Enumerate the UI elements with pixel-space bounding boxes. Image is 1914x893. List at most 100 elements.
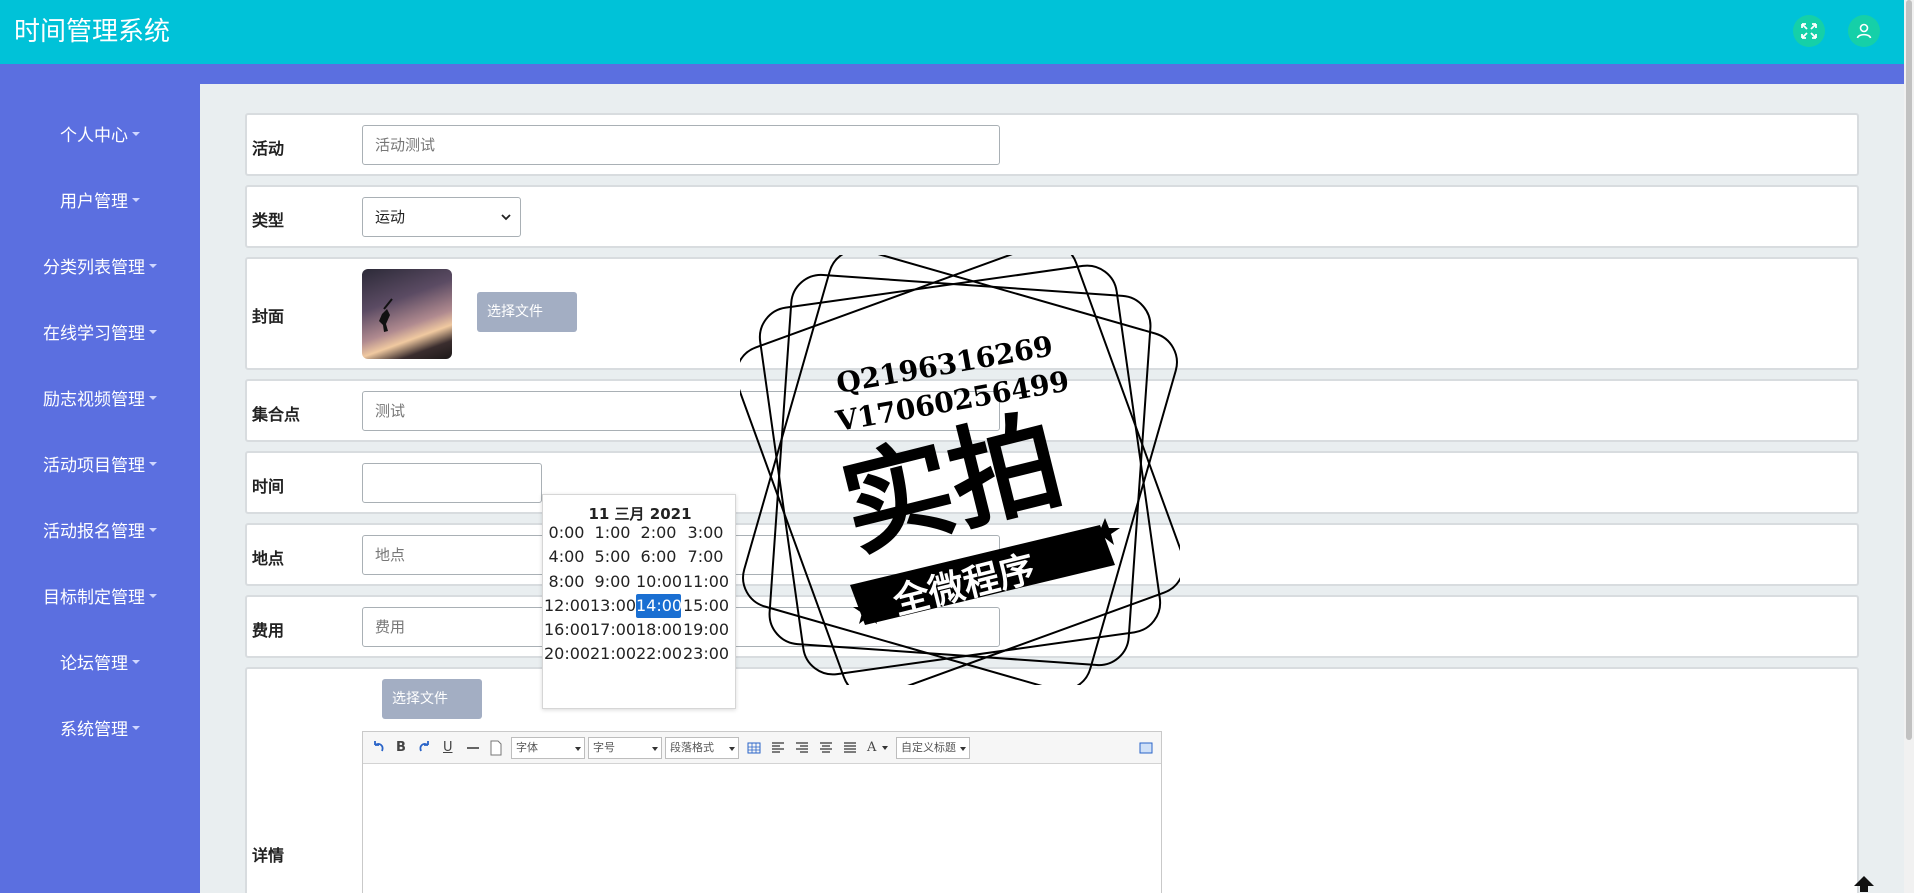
document-icon[interactable] bbox=[490, 739, 502, 757]
time-slot[interactable]: 21:00 bbox=[590, 642, 636, 666]
horizontal-rule-icon[interactable] bbox=[466, 739, 480, 757]
field-label: 时间 bbox=[252, 477, 285, 496]
redo-icon[interactable] bbox=[418, 739, 432, 757]
time-slot[interactable]: 6:00 bbox=[636, 545, 681, 569]
caret-down-icon bbox=[149, 528, 157, 532]
caret-down-icon bbox=[149, 264, 157, 268]
editor-toolbar: B U 字体 字号 段落格式 A 自定义标题 bbox=[363, 732, 1161, 764]
sidebar-item-activity-signup[interactable]: 活动报名管理 bbox=[0, 509, 200, 549]
form-row-fee: 费用 费用 bbox=[245, 595, 1859, 658]
time-slot[interactable]: 23:00 bbox=[683, 642, 729, 666]
align-right-icon[interactable] bbox=[795, 739, 809, 757]
time-slot[interactable]: 15:00 bbox=[683, 594, 729, 618]
form-row-time: 时间 bbox=[245, 451, 1859, 514]
time-slot[interactable]: 0:00 bbox=[544, 521, 589, 545]
caret-down-icon bbox=[132, 660, 140, 664]
time-slot[interactable]: 17:00 bbox=[590, 618, 636, 642]
time-slot[interactable]: 13:00 bbox=[590, 594, 636, 618]
user-icon[interactable] bbox=[1848, 15, 1880, 47]
caret-down-icon bbox=[132, 198, 140, 202]
scrollbar-thumb[interactable] bbox=[1906, 0, 1912, 740]
time-slot[interactable]: 12:00 bbox=[544, 594, 590, 618]
sidebar-item-category-list[interactable]: 分类列表管理 bbox=[0, 245, 200, 285]
caret-down-icon bbox=[132, 132, 140, 136]
form-row-location: 地点 地点 bbox=[245, 523, 1859, 586]
time-slot[interactable]: 16:00 bbox=[544, 618, 590, 642]
fullscreen-icon[interactable] bbox=[1793, 15, 1825, 47]
field-label: 类型 bbox=[252, 211, 285, 230]
font-size-select[interactable]: 字号 bbox=[588, 737, 662, 759]
field-label: 详情 bbox=[252, 846, 285, 865]
time-slot[interactable]: 7:00 bbox=[683, 545, 728, 569]
back-to-top-icon[interactable] bbox=[1852, 874, 1876, 893]
field-label: 集合点 bbox=[252, 405, 301, 424]
sidebar-item-online-learning[interactable]: 在线学习管理 bbox=[0, 311, 200, 351]
sidebar-item-forum[interactable]: 论坛管理 bbox=[0, 641, 200, 681]
form-row-activity: 活动 活动测试 bbox=[245, 113, 1859, 176]
details-choose-file-button[interactable]: 选择文件 bbox=[382, 679, 482, 719]
fullscreen-editor-icon[interactable] bbox=[1139, 739, 1153, 757]
time-slot[interactable]: 9:00 bbox=[590, 570, 635, 594]
time-slot[interactable]: 4:00 bbox=[544, 545, 589, 569]
time-slot[interactable]: 14:00 bbox=[636, 594, 682, 618]
header-accent-strip bbox=[0, 64, 1904, 84]
time-slot[interactable]: 5:00 bbox=[590, 545, 635, 569]
custom-title-select[interactable]: 自定义标题 bbox=[896, 737, 970, 759]
dropdown-arrow-icon bbox=[960, 747, 966, 751]
cover-image bbox=[362, 269, 452, 359]
font-color-button[interactable]: A bbox=[867, 739, 876, 757]
time-picker-popup: 11 三月 2021 0:00 1:00 2:00 3:00 4:00 5:00 6:00 7… bbox=[542, 494, 736, 709]
bold-button[interactable]: B bbox=[396, 739, 406, 757]
font-color-dropdown[interactable] bbox=[881, 737, 891, 759]
type-select[interactable]: 运动 bbox=[362, 197, 521, 237]
sidebar-item-user-management[interactable]: 用户管理 bbox=[0, 179, 200, 219]
sidebar: 个人中心 用户管理 分类列表管理 在线学习管理 励志视频管理 活动项目管理 活动… bbox=[0, 64, 200, 893]
time-slot[interactable]: 2:00 bbox=[636, 521, 681, 545]
caret-down-icon bbox=[132, 726, 140, 730]
caret-down-icon bbox=[149, 330, 157, 334]
sidebar-item-personal-center[interactable]: 个人中心 bbox=[0, 113, 200, 153]
time-slot[interactable]: 19:00 bbox=[683, 618, 729, 642]
time-slot[interactable]: 20:00 bbox=[544, 642, 590, 666]
caret-down-icon bbox=[149, 462, 157, 466]
caret-down-icon bbox=[149, 594, 157, 598]
form-row-details: 详情 选择文件 B U 字体 字号 段落格式 A 自定义标题 bbox=[245, 667, 1859, 893]
form-row-type: 类型 运动 bbox=[245, 185, 1859, 248]
time-slot[interactable]: 18:00 bbox=[636, 618, 682, 642]
underline-button[interactable]: U bbox=[443, 739, 453, 757]
align-center-icon[interactable] bbox=[819, 739, 833, 757]
align-justify-icon[interactable] bbox=[843, 739, 857, 757]
cover-choose-file-button[interactable]: 选择文件 bbox=[477, 292, 577, 332]
time-slot[interactable]: 22:00 bbox=[636, 642, 682, 666]
activity-input[interactable]: 活动测试 bbox=[362, 125, 1000, 165]
time-slot[interactable]: 8:00 bbox=[544, 570, 589, 594]
chevron-down-icon bbox=[501, 214, 511, 221]
dropdown-arrow-icon bbox=[652, 747, 658, 751]
meeting-point-input[interactable]: 测试 bbox=[362, 391, 1000, 431]
time-slot[interactable]: 10:00 bbox=[636, 570, 682, 594]
time-slot[interactable]: 1:00 bbox=[590, 521, 635, 545]
time-input[interactable] bbox=[362, 463, 542, 503]
rich-text-editor: B U 字体 字号 段落格式 A 自定义标题 bbox=[362, 731, 1162, 893]
field-label: 地点 bbox=[252, 549, 285, 568]
sidebar-item-motivation-video[interactable]: 励志视频管理 bbox=[0, 377, 200, 417]
app-title: 时间管理系统 bbox=[14, 17, 171, 47]
undo-icon[interactable] bbox=[371, 739, 385, 757]
field-label: 活动 bbox=[252, 139, 285, 158]
form-row-cover: 封面 选择文件 bbox=[245, 257, 1859, 370]
dropdown-arrow-icon bbox=[575, 747, 581, 751]
table-icon[interactable] bbox=[747, 739, 761, 757]
field-label: 费用 bbox=[252, 621, 285, 640]
align-left-icon[interactable] bbox=[771, 739, 785, 757]
paragraph-format-select[interactable]: 段落格式 bbox=[665, 737, 739, 759]
field-label: 封面 bbox=[252, 307, 285, 326]
dropdown-arrow-icon bbox=[729, 747, 735, 751]
sidebar-item-system[interactable]: 系统管理 bbox=[0, 707, 200, 747]
font-family-select[interactable]: 字体 bbox=[511, 737, 585, 759]
time-slot[interactable]: 3:00 bbox=[683, 521, 728, 545]
sidebar-item-goal-setting[interactable]: 目标制定管理 bbox=[0, 575, 200, 615]
time-slot[interactable]: 11:00 bbox=[683, 570, 729, 594]
caret-down-icon bbox=[149, 396, 157, 400]
form-row-meeting-point: 集合点 测试 bbox=[245, 379, 1859, 442]
sidebar-item-activity-project[interactable]: 活动项目管理 bbox=[0, 443, 200, 483]
